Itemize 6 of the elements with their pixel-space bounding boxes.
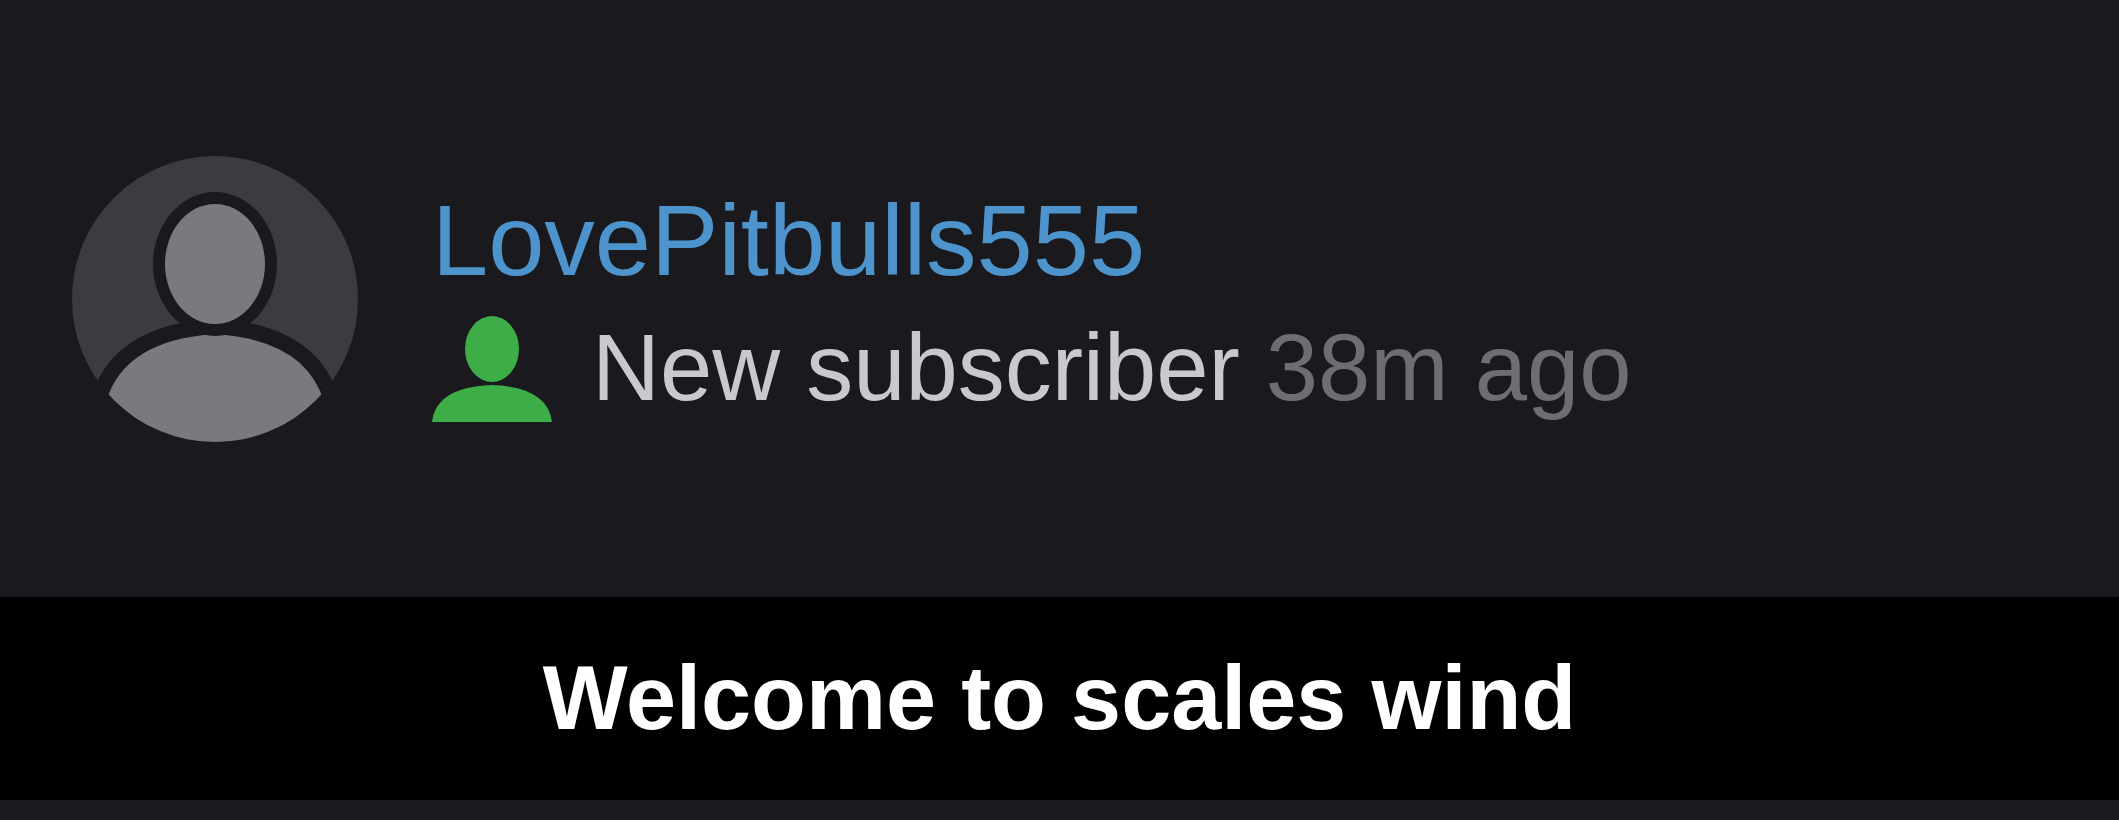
caption-text: Welcome to scales wind bbox=[542, 647, 1577, 750]
person-icon bbox=[432, 314, 552, 422]
username-link[interactable]: LovePitbulls555 bbox=[432, 185, 1632, 297]
event-text: New subscriber bbox=[592, 316, 1240, 420]
timestamp: 38m ago bbox=[1265, 316, 1632, 420]
avatar-icon bbox=[72, 155, 358, 442]
